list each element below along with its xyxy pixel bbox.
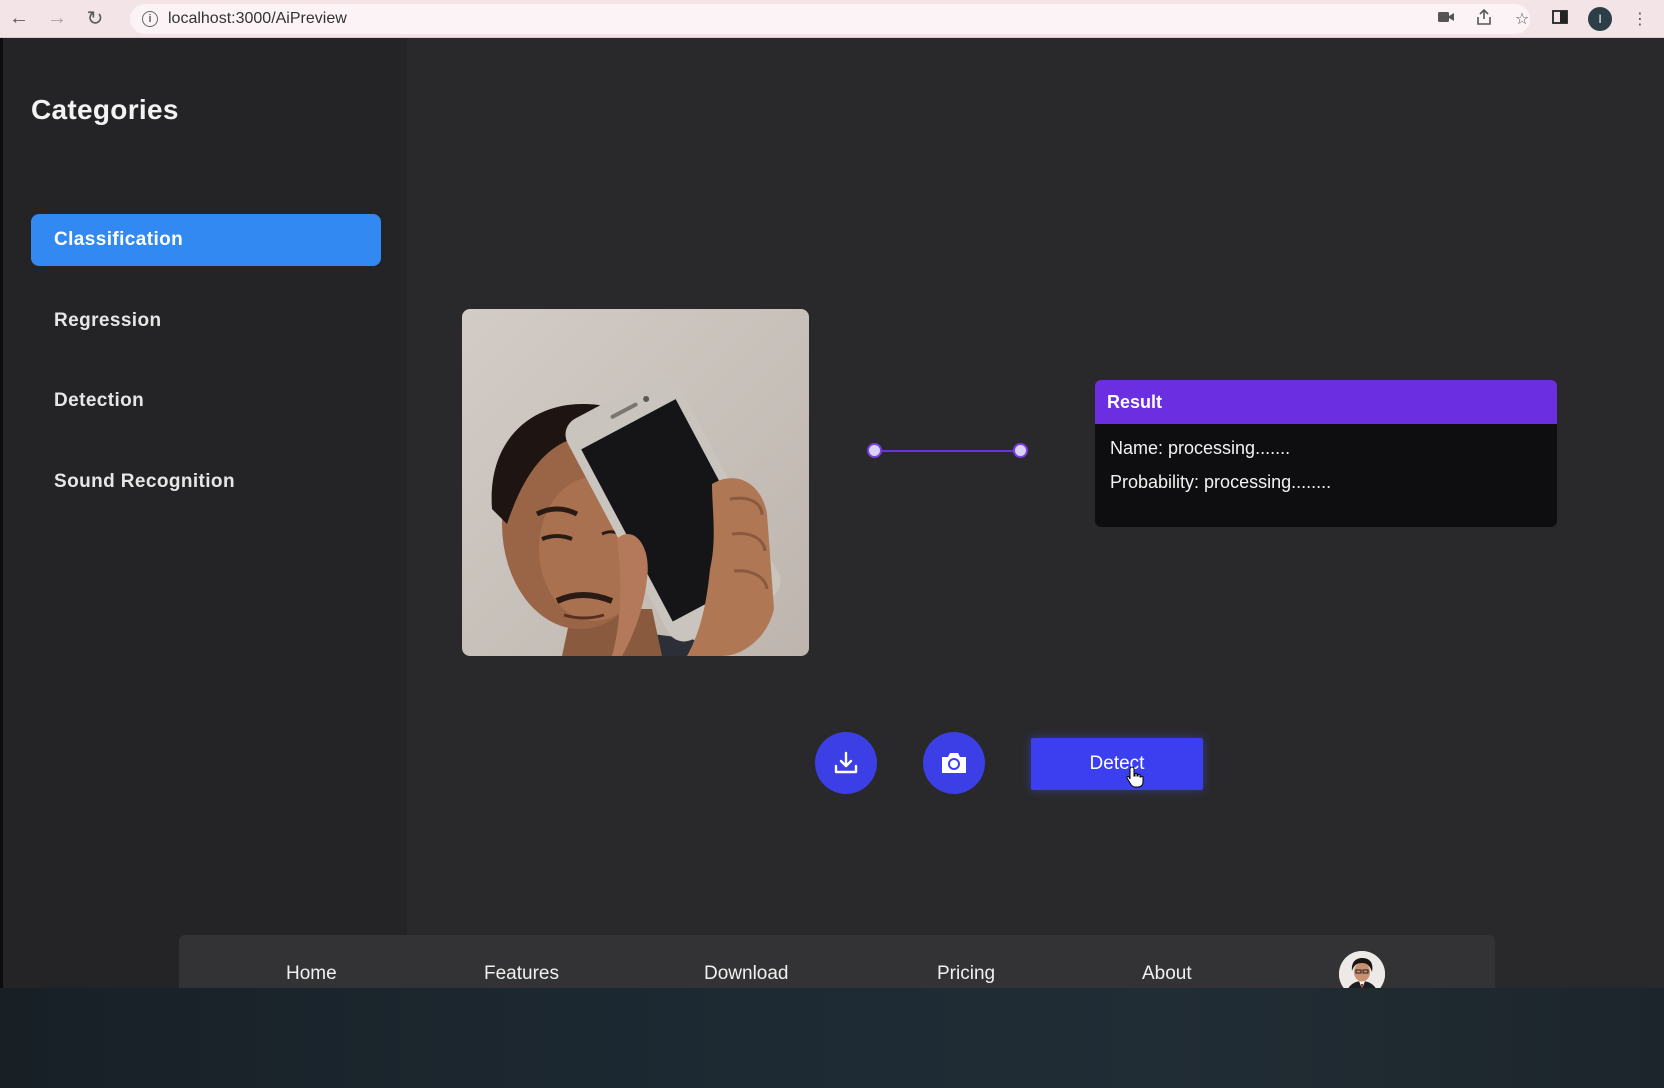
side-panel-icon[interactable]: [1550, 9, 1570, 29]
categories-sidebar: Categories Classification Regression Det…: [3, 38, 407, 988]
profile-avatar[interactable]: I: [1588, 7, 1612, 31]
result-card: Result Name: processing....... Probabilit…: [1095, 380, 1557, 527]
sidebar-item-classification[interactable]: Classification: [31, 214, 381, 266]
bookmark-star-icon[interactable]: ☆: [1512, 9, 1532, 29]
address-bar[interactable]: i localhost:3000/AiPreview: [130, 4, 1530, 34]
screen: ← → ↻ i localhost:3000/AiPreview ☆ I ⋮ C…: [0, 0, 1664, 1088]
browser-actions: ☆ I ⋮: [1436, 0, 1650, 38]
result-title: Result: [1095, 380, 1557, 424]
desktop-background: [0, 988, 1664, 1088]
capture-button[interactable]: [923, 732, 985, 794]
site-info-icon[interactable]: i: [142, 11, 158, 27]
forward-arrow-icon[interactable]: →: [38, 0, 76, 38]
url-text: localhost:3000/AiPreview: [168, 10, 347, 27]
connector-start-dot: [867, 443, 882, 458]
connector-line: [872, 450, 1020, 452]
browser-toolbar: ← → ↻ i localhost:3000/AiPreview ☆ I ⋮: [0, 0, 1664, 38]
reload-icon[interactable]: ↻: [76, 0, 114, 38]
result-name-value: processing.......: [1168, 438, 1291, 458]
sidebar-item-regression[interactable]: Regression: [31, 295, 381, 347]
connector-end-dot: [1013, 443, 1028, 458]
detect-button[interactable]: Detect: [1031, 738, 1203, 790]
sidebar-item-sound-recognition[interactable]: Sound Recognition: [31, 456, 381, 508]
hand-cursor-icon: [1126, 766, 1144, 793]
sidebar-title: Categories: [31, 94, 179, 125]
preview-area: Result Name: processing....... Probabilit…: [407, 38, 1664, 988]
result-probability-value: processing........: [1204, 472, 1332, 492]
share-icon[interactable]: [1474, 8, 1494, 30]
camera-indicator-icon[interactable]: [1436, 10, 1456, 28]
back-arrow-icon[interactable]: ←: [0, 0, 38, 38]
download-button[interactable]: [815, 732, 877, 794]
more-menu-icon[interactable]: ⋮: [1630, 9, 1650, 29]
result-probability-label: Probability:: [1110, 472, 1200, 492]
sidebar-item-detection[interactable]: Detection: [31, 375, 381, 427]
camera-icon: [942, 753, 966, 773]
result-name-label: Name:: [1110, 438, 1164, 458]
webcam-preview: [462, 309, 809, 656]
result-probability-row: Probability: processing........: [1095, 472, 1557, 493]
app-container: Categories Classification Regression Det…: [3, 38, 1664, 1012]
download-icon: [834, 751, 858, 774]
result-name-row: Name: processing.......: [1095, 438, 1557, 459]
